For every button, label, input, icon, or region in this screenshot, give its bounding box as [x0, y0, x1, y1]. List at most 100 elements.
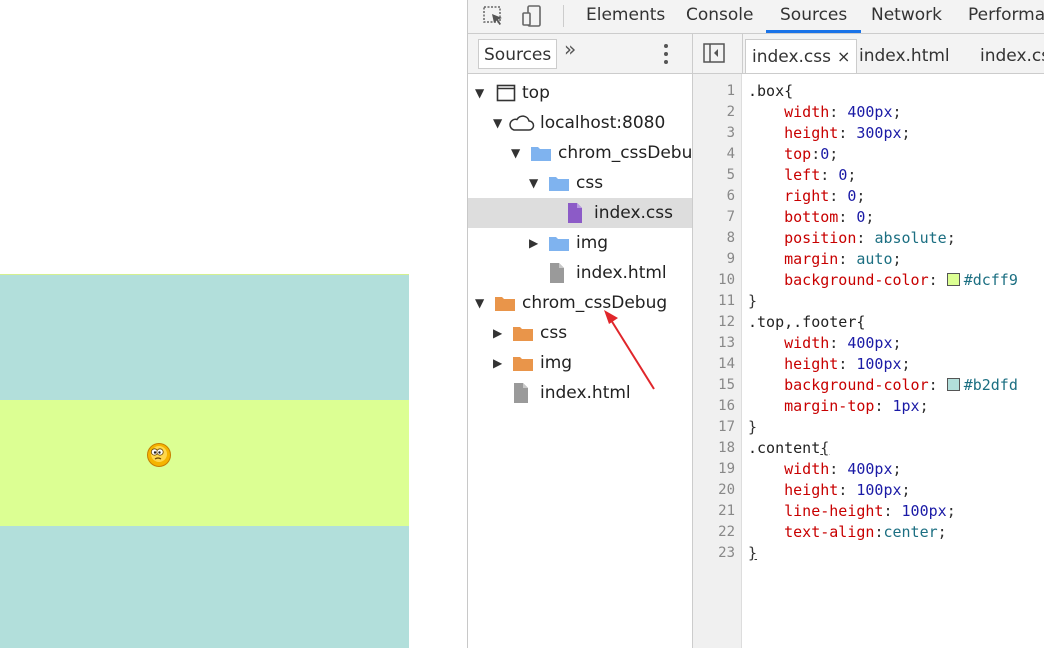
file-tab-index-css[interactable]: index.css [980, 39, 1044, 73]
line-number: 14 [718, 356, 735, 372]
file-tab-index-html[interactable]: index.html [859, 39, 950, 73]
css-property: width [784, 103, 830, 121]
tree-item-css-folder[interactable]: ▼ css [468, 168, 692, 198]
tree-item-index-html[interactable]: index.html [468, 258, 692, 288]
css-value: 300px [856, 124, 902, 142]
tree-label: index.html [540, 383, 631, 403]
expanded-triangle-icon[interactable]: ▼ [475, 78, 484, 108]
folder-orange-icon [495, 297, 515, 311]
frame-icon [496, 84, 516, 102]
css-value: 1px [892, 397, 920, 415]
css-property: bottom [784, 208, 839, 226]
tree-label: img [576, 233, 609, 253]
css-value: 400px [847, 460, 893, 478]
line-number: 5 [726, 167, 735, 183]
code-line: margin-top: 1px; [784, 397, 929, 415]
code-line: background-color: #dcff9 [784, 271, 1018, 289]
line-number-gutter: 1 2 3 4 5 6 7 8 9 10 11 12 13 14 15 16 1… [693, 74, 742, 648]
navigator-header: Sources » [468, 34, 692, 74]
code-line: height: 100px; [784, 481, 911, 499]
color-swatch[interactable] [946, 378, 960, 391]
device-toolbar-icon[interactable] [520, 4, 544, 28]
tabbar-separator [742, 34, 743, 73]
close-tab-icon[interactable]: × [837, 47, 850, 66]
code-line: .box{ [748, 81, 793, 102]
toggle-navigator-icon[interactable] [703, 43, 725, 63]
css-brace: } [748, 292, 758, 310]
tree-item-css-folder-fs[interactable]: ▶ css [468, 318, 692, 348]
folder-blue-icon [549, 177, 569, 191]
folder-blue-icon [549, 237, 569, 251]
line-number: 4 [726, 146, 735, 162]
code-line: .content{ [748, 438, 829, 459]
tree-item-project-folder[interactable]: ▼ chrom_cssDebug [468, 138, 692, 168]
css-value: #b2dfd [963, 376, 1018, 394]
line-number: 15 [718, 377, 735, 393]
tree-item-localhost[interactable]: ▼ localhost:8080 [468, 108, 692, 138]
css-value: 100px [856, 355, 902, 373]
matched-brace: } [748, 544, 758, 562]
file-navigator: Sources » ▼ top ▼ localhost:8080 ▼ chrom… [468, 34, 693, 648]
code-line: top:0; [784, 145, 839, 163]
line-number: 22 [718, 524, 735, 540]
css-property: background-color [784, 376, 929, 394]
tab-console[interactable]: Console [686, 0, 754, 33]
css-selector: .content [748, 439, 821, 457]
expanded-triangle-icon[interactable]: ▼ [511, 138, 520, 168]
tab-elements[interactable]: Elements [586, 0, 665, 33]
expanded-triangle-icon[interactable]: ▼ [529, 168, 538, 198]
css-property: left [784, 166, 821, 184]
file-icon [514, 383, 528, 403]
top-block [0, 274, 409, 401]
tab-network[interactable]: Network [871, 0, 942, 33]
folder-blue-icon [531, 147, 551, 161]
tree-item-index-html-fs[interactable]: index.html [468, 378, 692, 408]
tree-item-top[interactable]: ▼ top [468, 78, 692, 108]
code-line: position: absolute; [784, 229, 956, 247]
css-property: height [784, 355, 839, 373]
tree-item-index-css[interactable]: index.css [468, 198, 692, 228]
file-tab-label: index.css [752, 47, 831, 67]
collapsed-triangle-icon[interactable]: ▶ [493, 318, 502, 348]
tree-label: chrom_cssDebug [558, 143, 693, 163]
css-property: height [784, 124, 839, 142]
expanded-triangle-icon[interactable]: ▼ [475, 288, 484, 318]
tree-item-filesystem-folder[interactable]: ▼ chrom_cssDebug [468, 288, 692, 318]
code-line: height: 100px; [784, 355, 911, 373]
tree-label: img [540, 353, 573, 373]
inspect-element-icon[interactable] [482, 4, 506, 28]
more-tabs-button[interactable]: » [564, 37, 576, 61]
kebab-menu-icon[interactable] [664, 43, 668, 65]
code-line: width: 400px; [784, 334, 902, 352]
code-line: } [748, 543, 757, 564]
tab-sources[interactable]: Sources [766, 0, 862, 33]
tab-performance[interactable]: Performar [968, 0, 1044, 33]
page-preview [0, 0, 468, 648]
expanded-triangle-icon[interactable]: ▼ [493, 108, 502, 138]
css-property: background-color [784, 271, 929, 289]
tree-label: localhost:8080 [540, 113, 666, 133]
collapsed-triangle-icon[interactable]: ▶ [493, 348, 502, 378]
tree-label: css [540, 323, 568, 343]
editor-tabbar: index.css × index.html index.css [693, 34, 1044, 74]
line-number: 1 [726, 83, 735, 99]
code-line: width: 400px; [784, 103, 902, 121]
navigator-tab-sources[interactable]: Sources [478, 39, 558, 69]
devtools-panel: Elements Console Sources Network Perform… [467, 0, 1044, 648]
file-tab-index-css-active[interactable]: index.css × [745, 39, 858, 73]
line-number: 2 [726, 104, 735, 120]
css-value: 0 [856, 208, 866, 226]
css-value: #dcff9 [963, 271, 1018, 289]
tree-item-img-folder-fs[interactable]: ▶ img [468, 348, 692, 378]
tree-item-img-folder[interactable]: ▶ img [468, 228, 692, 258]
css-property: height [784, 481, 839, 499]
color-swatch[interactable] [946, 273, 960, 286]
folder-orange-icon [513, 327, 533, 341]
code-line: right: 0; [784, 187, 866, 205]
line-number: 6 [726, 188, 735, 204]
line-number: 20 [718, 482, 735, 498]
css-value: 400px [847, 103, 893, 121]
line-number: 3 [726, 125, 735, 141]
collapsed-triangle-icon[interactable]: ▶ [529, 228, 538, 258]
line-number: 17 [718, 419, 735, 435]
